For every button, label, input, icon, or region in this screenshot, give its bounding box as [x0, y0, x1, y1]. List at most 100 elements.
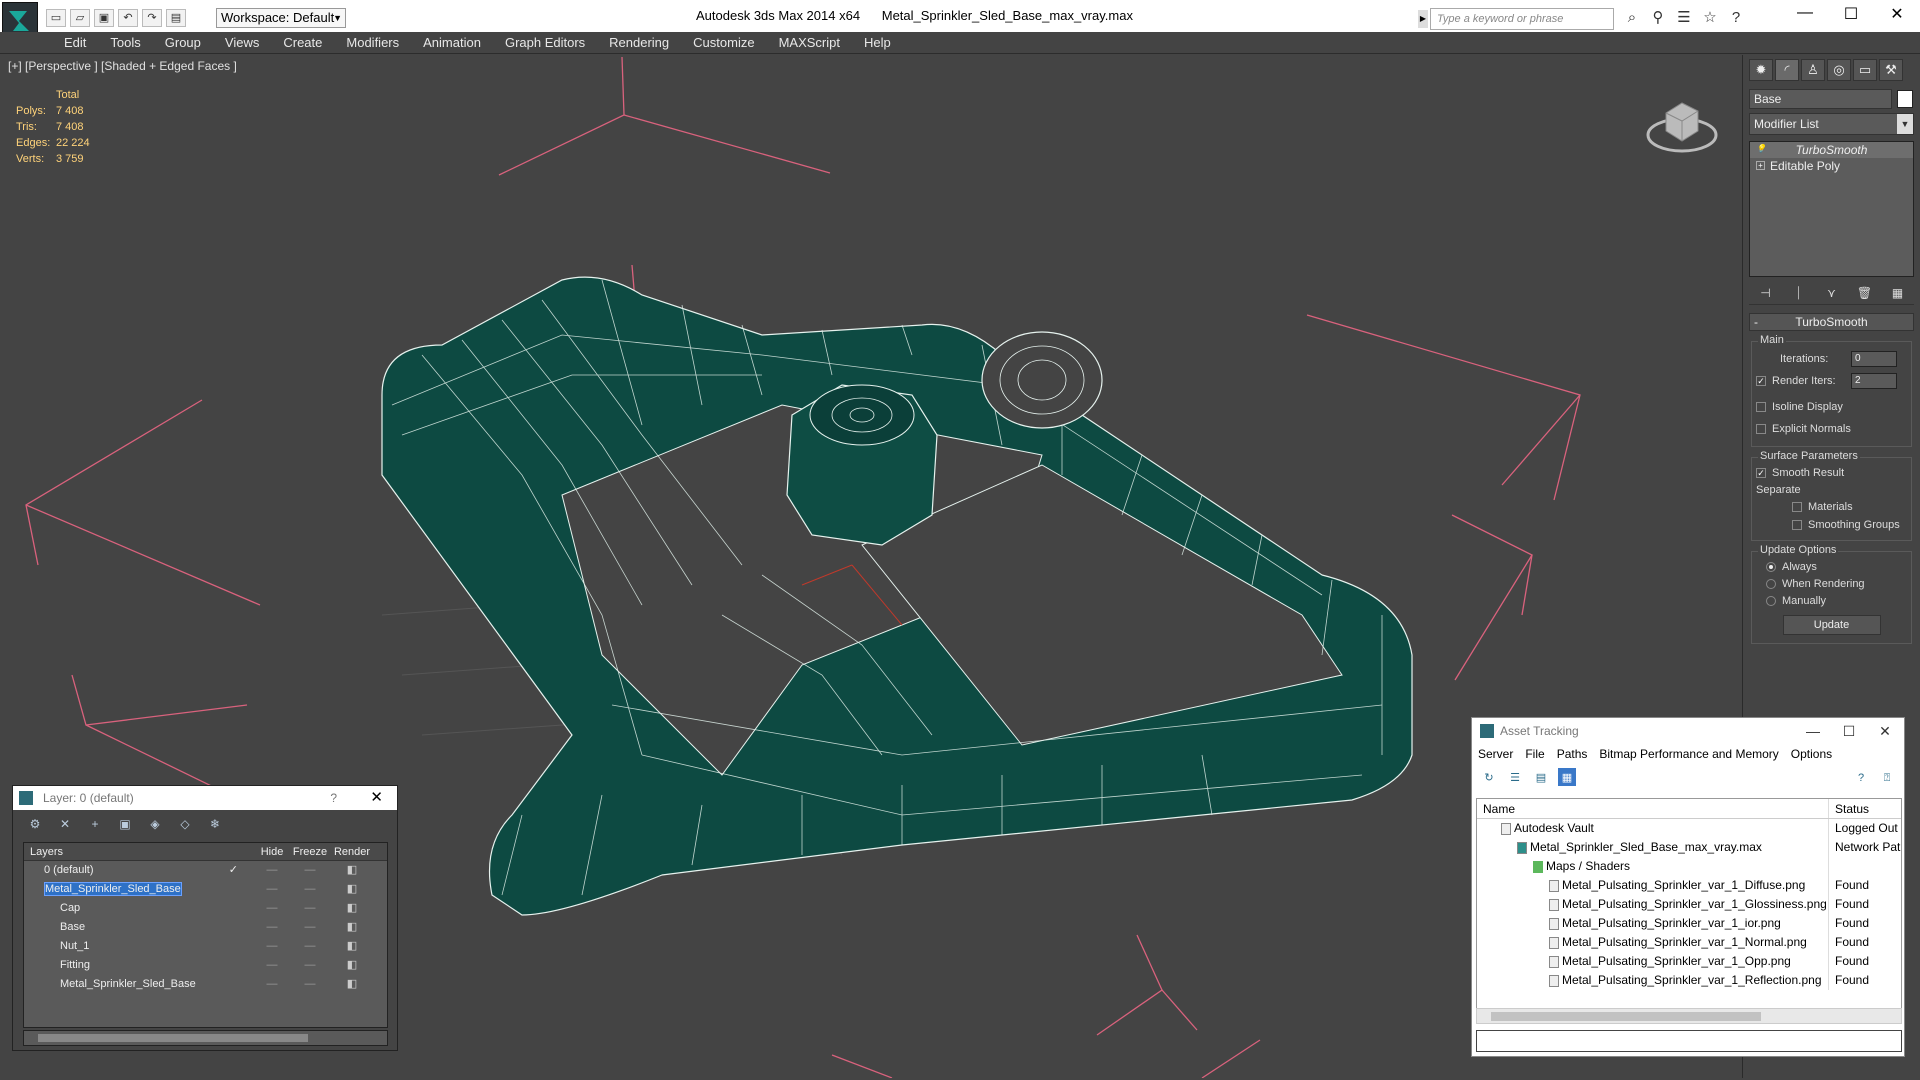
render-toggle-icon[interactable]: ◧ — [330, 880, 374, 899]
menu-options[interactable]: Options — [1791, 744, 1832, 764]
asset-row[interactable]: Metal_Pulsating_Sprinkler_var_1_Glossine… — [1477, 895, 1901, 914]
hide-toggle[interactable]: — — [254, 899, 290, 918]
object-color-swatch[interactable] — [1897, 90, 1913, 108]
minimize-button[interactable]: — — [1790, 4, 1820, 22]
tree-view-icon[interactable]: ▤ — [1532, 768, 1550, 786]
update-button[interactable]: Update — [1782, 615, 1881, 635]
add-layer-icon[interactable]: + — [87, 816, 103, 832]
select-objects-icon[interactable]: ▣ — [117, 816, 133, 832]
isoline-display-checkbox[interactable] — [1756, 402, 1766, 412]
hide-toggle[interactable]: — — [254, 956, 290, 975]
hierarchy-tab-icon[interactable]: ♙ — [1801, 59, 1825, 81]
freeze-all-layers-icon[interactable]: ❄ — [207, 816, 223, 832]
asset-row[interactable]: Metal_Sprinkler_Sled_Base_max_vray.max N… — [1477, 838, 1901, 857]
menu-help[interactable]: Help — [852, 32, 903, 53]
vault-help-icon[interactable]: ⍰ — [1878, 768, 1896, 786]
layer-settings-icon[interactable]: ⚙ — [27, 816, 43, 832]
object-row[interactable]: Cap — — ◧ — [24, 899, 387, 918]
scrollbar-thumb[interactable] — [38, 1034, 308, 1042]
subscription-icon[interactable]: ⚲ — [1648, 9, 1668, 27]
maximize-button[interactable]: ☐ — [1836, 4, 1866, 24]
menu-bitmap-performance[interactable]: Bitmap Performance and Memory — [1599, 744, 1778, 764]
hide-toggle[interactable]: — — [254, 861, 290, 880]
iterations-spinner[interactable]: 0 — [1851, 351, 1897, 367]
search-expand-icon[interactable]: ▶ — [1418, 10, 1428, 28]
stack-item-turbosmooth[interactable]: 💡 TurboSmooth — [1750, 142, 1913, 158]
search-input[interactable]: Type a keyword or phrase — [1430, 8, 1614, 30]
close-button[interactable]: ✕ — [1882, 4, 1912, 24]
hide-toggle[interactable]: — — [254, 937, 290, 956]
undo-icon[interactable]: ↶ — [118, 9, 138, 27]
freeze-toggle[interactable]: — — [290, 937, 330, 956]
favorites-star-icon[interactable]: ☆ — [1700, 9, 1720, 27]
freeze-toggle[interactable]: — — [290, 918, 330, 937]
asset-row[interactable]: Metal_Pulsating_Sprinkler_var_1_Normal.p… — [1477, 933, 1901, 952]
menu-tools[interactable]: Tools — [98, 32, 152, 53]
menu-customize[interactable]: Customize — [681, 32, 766, 53]
menu-graph-editors[interactable]: Graph Editors — [493, 32, 597, 53]
freeze-toggle[interactable]: — — [290, 861, 330, 880]
refresh-icon[interactable]: ↻ — [1480, 768, 1498, 786]
layers-column-header[interactable]: Layers — [24, 843, 254, 860]
layer-row[interactable]: 0 (default) ✓ — — ◧ — [24, 861, 387, 880]
asset-row[interactable]: Autodesk Vault Logged Out — [1477, 819, 1901, 838]
hide-column-header[interactable]: Hide — [254, 843, 290, 860]
current-layer-check-icon[interactable]: ✓ — [229, 861, 238, 880]
table-view-icon[interactable]: ▦ — [1558, 768, 1576, 786]
make-unique-icon[interactable]: ⋎ — [1822, 283, 1842, 303]
freeze-column-header[interactable]: Freeze — [290, 843, 330, 860]
pin-stack-icon[interactable]: ⊣ — [1756, 283, 1776, 303]
remove-modifier-icon[interactable]: 🗑 — [1855, 283, 1875, 303]
explicit-normals-checkbox[interactable] — [1756, 424, 1766, 434]
close-icon[interactable]: ✕ — [370, 786, 383, 810]
display-tab-icon[interactable]: ▭ — [1853, 59, 1877, 81]
binoculars-icon[interactable]: ⌕ — [1622, 9, 1642, 27]
asset-row[interactable]: Metal_Pulsating_Sprinkler_var_1_Opp.png … — [1477, 952, 1901, 971]
render-iters-spinner[interactable]: 2 — [1851, 373, 1897, 389]
bulb-icon[interactable]: 💡 — [1756, 145, 1766, 154]
freeze-toggle[interactable]: — — [290, 975, 330, 994]
maximize-button[interactable]: ☐ — [1834, 718, 1864, 744]
object-row[interactable]: Fitting — — ◧ — [24, 956, 387, 975]
render-toggle-icon[interactable]: ◧ — [330, 956, 374, 975]
render-toggle-icon[interactable]: ◧ — [330, 861, 374, 880]
scrollbar-thumb[interactable] — [1491, 1012, 1761, 1021]
sprinkler-sled-mesh[interactable] — [381, 276, 1413, 916]
menu-modifiers[interactable]: Modifiers — [334, 32, 411, 53]
layer-row[interactable]: Metal_Sprinkler_Sled_Base — — ◧ — [24, 880, 387, 899]
freeze-toggle[interactable]: — — [290, 956, 330, 975]
status-column-header[interactable]: Status — [1829, 799, 1901, 818]
hide-toggle[interactable]: — — [254, 918, 290, 937]
menu-edit[interactable]: Edit — [52, 32, 98, 53]
hide-toggle[interactable]: — — [254, 880, 290, 899]
render-toggle-icon[interactable]: ◧ — [330, 899, 374, 918]
manually-radio[interactable] — [1766, 595, 1776, 606]
modify-tab-icon[interactable]: ◜ — [1775, 59, 1799, 81]
save-icon[interactable]: ▣ — [94, 9, 114, 27]
modifier-list-dropdown[interactable]: Modifier List ▼ — [1749, 113, 1914, 135]
expand-icon[interactable]: + — [1756, 161, 1765, 170]
help-icon[interactable]: ? — [1726, 9, 1746, 27]
hide-all-layers-icon[interactable]: ◇ — [177, 816, 193, 832]
layer-window-titlebar[interactable]: Layer: 0 (default) ? ✕ — [13, 786, 397, 810]
hide-toggle[interactable]: — — [254, 975, 290, 994]
freeze-toggle[interactable]: — — [290, 880, 330, 899]
communication-center-icon[interactable]: ☰ — [1674, 9, 1694, 27]
configure-modifier-sets-icon[interactable]: ▦ — [1888, 283, 1908, 303]
asset-row[interactable]: Metal_Pulsating_Sprinkler_var_1_ior.png … — [1477, 914, 1901, 933]
menu-views[interactable]: Views — [213, 32, 271, 53]
materials-checkbox[interactable] — [1792, 502, 1802, 512]
menu-server[interactable]: Server — [1478, 744, 1513, 764]
project-folder-icon[interactable]: ▤ — [166, 9, 186, 27]
layers-horizontal-scrollbar[interactable] — [23, 1030, 388, 1046]
redo-icon[interactable]: ↷ — [142, 9, 162, 27]
render-toggle-icon[interactable]: ◧ — [330, 937, 374, 956]
asset-row[interactable]: Metal_Pulsating_Sprinkler_var_1_Reflecti… — [1477, 971, 1901, 990]
name-column-header[interactable]: Name — [1477, 799, 1829, 818]
stack-item-editable-poly[interactable]: + Editable Poly — [1750, 158, 1913, 174]
help-icon[interactable]: ? — [330, 786, 337, 810]
menu-animation[interactable]: Animation — [411, 32, 493, 53]
motion-tab-icon[interactable]: ◎ — [1827, 59, 1851, 81]
asset-horizontal-scrollbar[interactable] — [1476, 1008, 1902, 1024]
menu-group[interactable]: Group — [153, 32, 213, 53]
